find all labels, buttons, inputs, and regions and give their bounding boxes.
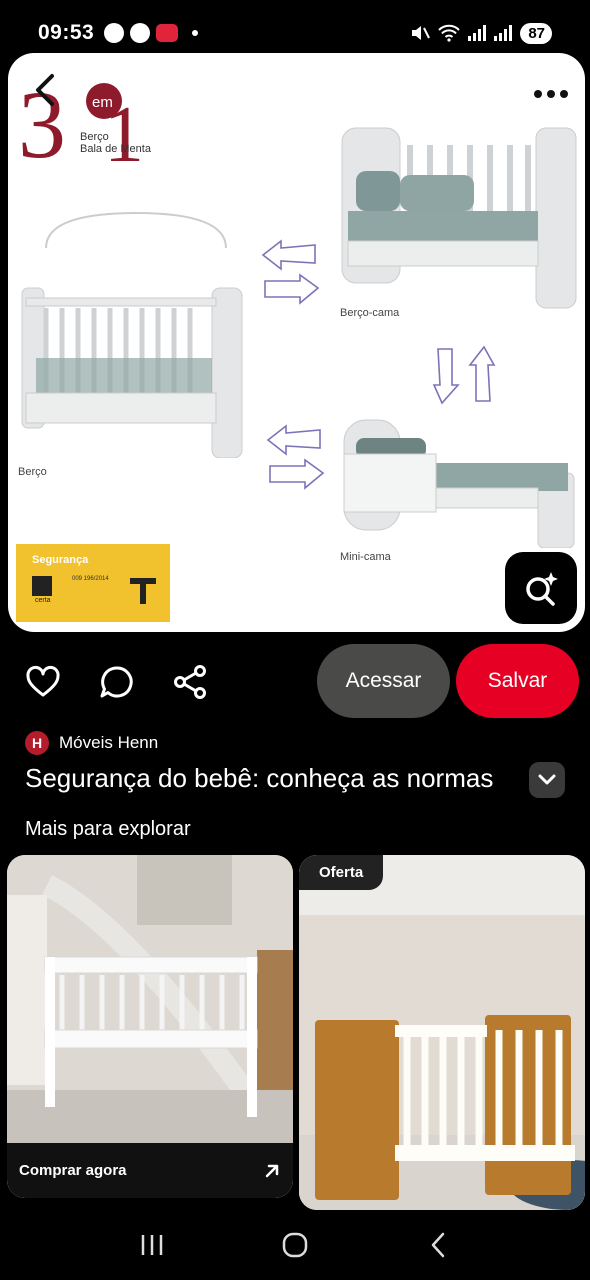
status-time: 09:53: [38, 21, 95, 44]
action-row: Acessar Salvar: [0, 644, 590, 718]
crib-bed-illustration: [341, 127, 577, 309]
svg-text:certa: certa: [35, 597, 51, 604]
arrows-top-icon: [261, 239, 320, 305]
wifi-icon: [438, 24, 461, 42]
shopee-icon: [156, 24, 179, 42]
battery-indicator: 87: [520, 22, 552, 44]
visual-search-icon: [526, 572, 558, 606]
mini-bed-illustration: [343, 419, 575, 548]
svg-text:em: em: [92, 94, 113, 111]
crib-product-photo: [299, 855, 585, 1210]
arrows-bottom-icon: [266, 424, 325, 490]
avatar: H: [25, 731, 49, 755]
system-nav-bar: [0, 1210, 590, 1280]
offer-badge: Oferta: [299, 855, 384, 890]
caption-mini-cama: Mini-cama: [340, 551, 391, 563]
arrow-up-right-icon: [265, 1164, 279, 1177]
arrows-vertical-icon: [432, 345, 496, 405]
recent-apps-button[interactable]: [132, 1225, 172, 1265]
more-horizontal-icon[interactable]: [534, 90, 568, 98]
safety-seal: Segurança 009 196/2014 certa: [16, 544, 170, 622]
visual-search-button[interactable]: [505, 552, 577, 624]
signal-icon-2: [494, 25, 513, 41]
app-notification-icon: [130, 23, 151, 43]
chevron-down-icon: [538, 774, 556, 785]
more-notifications-dot-icon: [192, 30, 199, 36]
brand-sub-line2: Bala de Menta: [80, 143, 151, 155]
chevron-left-icon[interactable]: [28, 70, 62, 110]
section-title: Mais para explorar: [25, 818, 191, 840]
back-button[interactable]: [418, 1225, 458, 1265]
status-right: 87: [410, 22, 552, 44]
notification-icons: [104, 23, 199, 43]
caption-berco: Berço: [18, 466, 47, 478]
home-button[interactable]: [275, 1225, 315, 1265]
heart-icon[interactable]: [25, 664, 61, 700]
pin-image[interactable]: 3 1 em Berço Bala de Menta Berço Berço-c…: [8, 53, 585, 632]
home-icon: [282, 1232, 308, 1258]
seal-title: Segurança: [32, 554, 89, 566]
signal-icon-1: [468, 25, 487, 41]
crib-illustration: [21, 211, 243, 458]
buy-now-label: Comprar agora: [19, 1162, 127, 1179]
pin-title: Segurança do bebê: conheça as normas: [25, 763, 494, 793]
comment-icon[interactable]: [99, 664, 135, 700]
mute-icon: [412, 26, 431, 40]
caption-berco-cama: Berço-cama: [340, 307, 400, 319]
inmetro-logo-icon: [130, 578, 156, 604]
back-icon: [432, 1232, 445, 1258]
buy-now-bar[interactable]: Comprar agora: [7, 1143, 293, 1198]
certification-mark-icon: certa: [32, 576, 52, 604]
creator-info[interactable]: H Móveis Henn: [25, 731, 158, 755]
recent-apps-icon: [141, 1235, 162, 1255]
brand-subtitle: Berço Bala de Menta: [80, 131, 151, 155]
creator-name: Móveis Henn: [59, 733, 159, 752]
share-icon[interactable]: [172, 664, 208, 700]
explore-pin-card[interactable]: Oferta: [299, 855, 585, 1210]
expand-details-button[interactable]: [529, 762, 565, 798]
save-button[interactable]: Salvar: [456, 644, 579, 718]
acessar-button[interactable]: Acessar: [317, 644, 450, 718]
explore-pin-card[interactable]: Comprar agora: [7, 855, 293, 1198]
brand-sub-line1: Berço: [80, 131, 109, 143]
whatsapp-icon: [104, 23, 125, 43]
seal-number: 009 196/2014: [72, 576, 109, 582]
